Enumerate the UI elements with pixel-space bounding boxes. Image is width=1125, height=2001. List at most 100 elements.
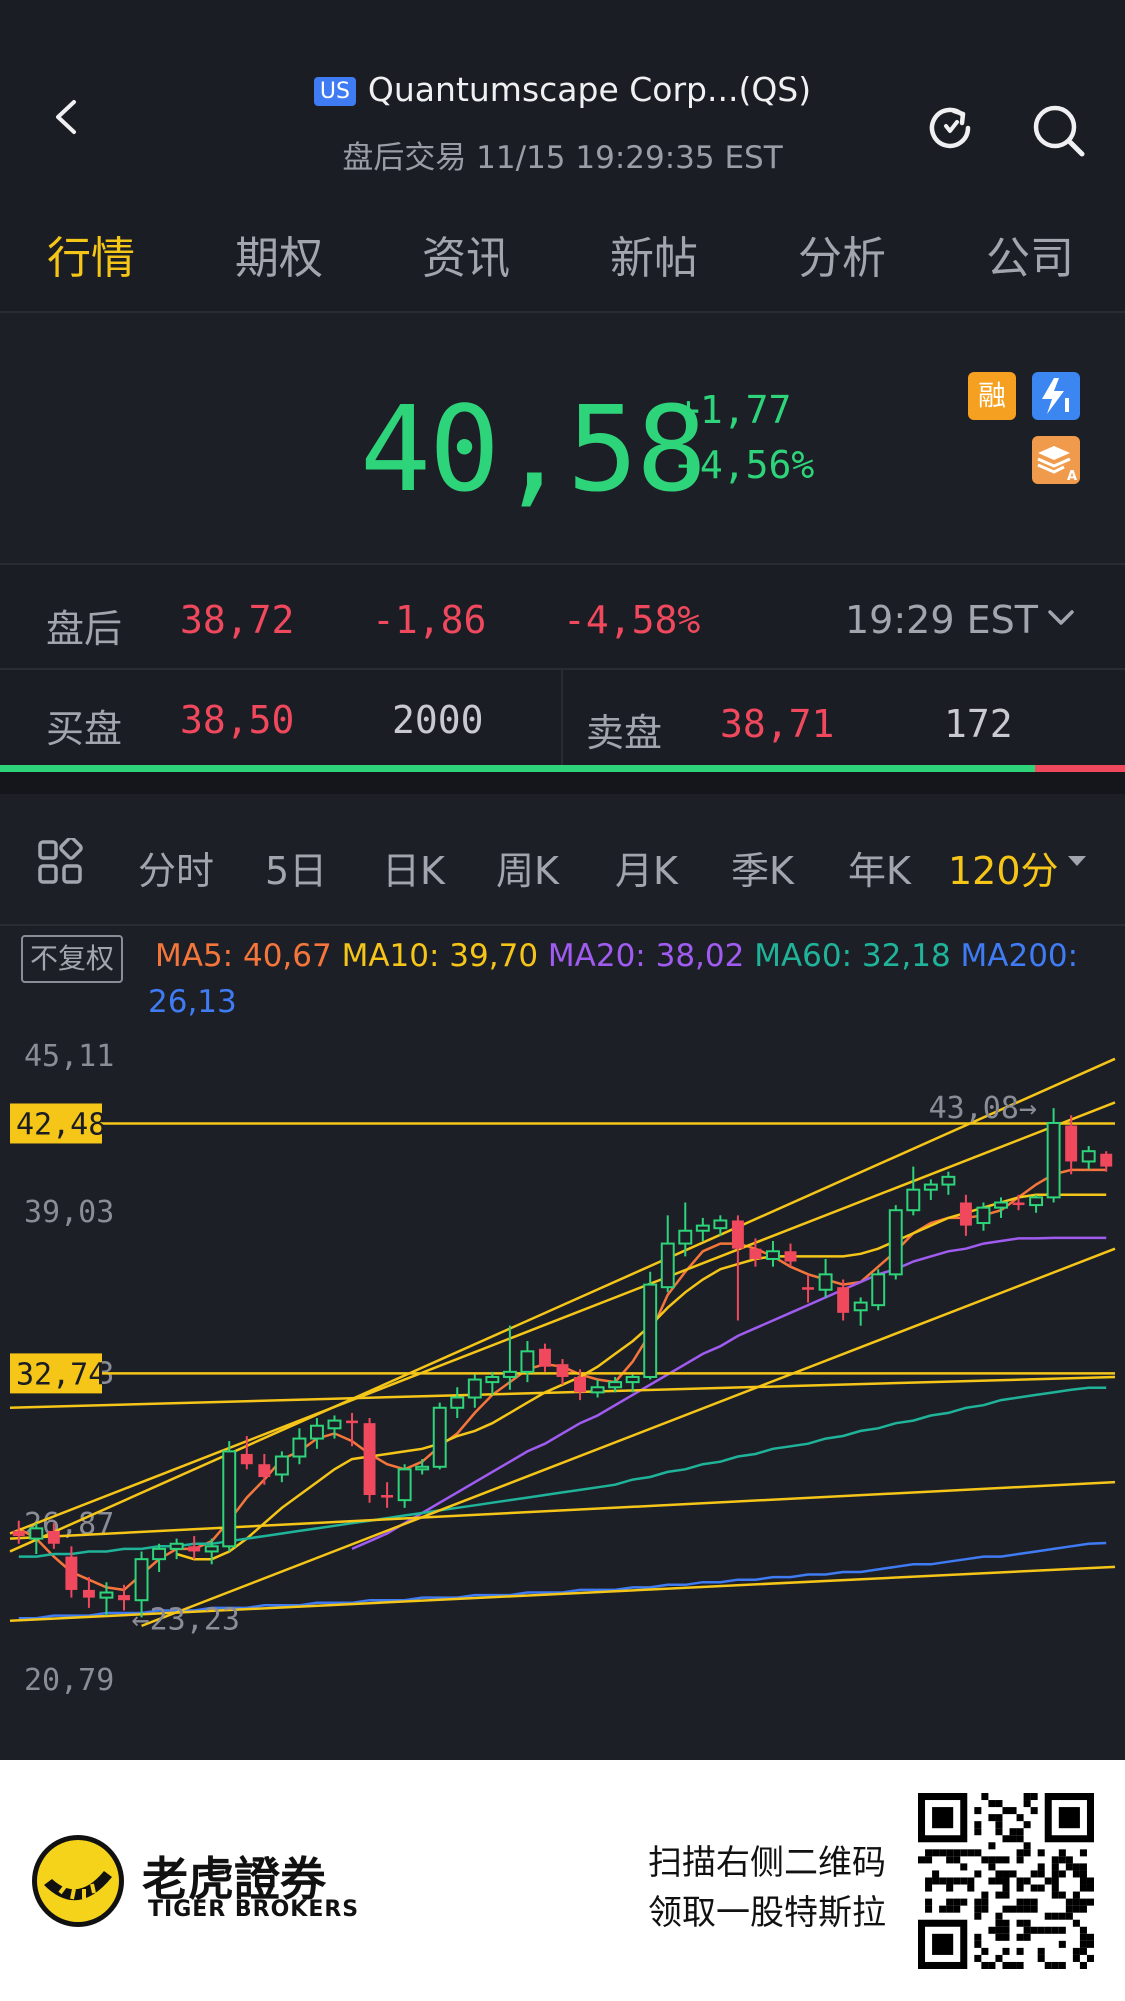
- candle-body: [625, 1375, 640, 1384]
- qr-module: [995, 1877, 1003, 1885]
- grid-layout-icon[interactable]: [36, 838, 84, 886]
- main-tabs: 行情 期权 资讯 新帖 分析 公司: [0, 222, 1125, 292]
- search-icon[interactable]: [1030, 102, 1086, 158]
- bid-price: 38,50: [180, 698, 295, 742]
- qr-module: [925, 1905, 933, 1913]
- candle-body: [731, 1220, 744, 1249]
- kline-tab-daily[interactable]: 日K: [382, 840, 445, 895]
- qr-module: [1044, 1926, 1052, 1934]
- qr-module: [1065, 1863, 1073, 1871]
- qr-module: [1030, 1807, 1038, 1815]
- qr-module: [995, 1926, 1003, 1934]
- after-hours-change: -1,86: [372, 598, 487, 642]
- qr-module: [1051, 1884, 1059, 1892]
- kline-tab-120min[interactable]: 120分: [948, 840, 1059, 895]
- candle-body: [660, 1242, 675, 1289]
- candle-body: [222, 1450, 237, 1548]
- tab-posts[interactable]: 新帖: [610, 222, 698, 286]
- adjustment-toggle[interactable]: 不复权: [21, 935, 123, 983]
- kline-tab-5day[interactable]: 5日: [265, 840, 327, 895]
- kline-tab-monthly[interactable]: 月K: [615, 840, 678, 895]
- candle-body: [258, 1464, 271, 1478]
- candle-body: [467, 1378, 482, 1399]
- qr-module: [1002, 1926, 1010, 1934]
- ask-size: 172: [944, 702, 1013, 746]
- qr-module: [981, 1891, 989, 1899]
- low-price-label: ←23,23: [132, 1602, 240, 1637]
- qr-module: [988, 1800, 996, 1808]
- qr-module: [1058, 1849, 1066, 1857]
- qr-module: [1016, 1828, 1024, 1836]
- candle-body: [502, 1370, 517, 1378]
- qr-module: [1079, 1940, 1087, 1948]
- market-badge: US: [313, 77, 356, 106]
- candle-body: [853, 1301, 868, 1312]
- bid-label: 买盘: [46, 707, 123, 751]
- tab-news[interactable]: 资讯: [422, 222, 510, 286]
- qr-module: [1037, 1947, 1045, 1955]
- refresh-icon[interactable]: [924, 102, 976, 154]
- qr-module: [925, 1877, 933, 1885]
- candle-body: [65, 1556, 78, 1590]
- caret-down-icon[interactable]: [1066, 854, 1088, 868]
- qr-module: [1058, 1926, 1066, 1934]
- qr-module: [1023, 1842, 1031, 1850]
- candle-body: [941, 1175, 956, 1186]
- candlestick-chart[interactable]: 45,1139,0332,7326,8720,7942,4832,7443,08…: [0, 1020, 1125, 1760]
- after-hours-time[interactable]: 19:29 EST: [845, 598, 1038, 642]
- kline-tab-quarterly[interactable]: 季K: [731, 840, 794, 895]
- qr-module: [1079, 1870, 1087, 1878]
- qr-module: [1065, 1905, 1073, 1913]
- tab-options[interactable]: 期权: [235, 222, 323, 286]
- qr-module: [960, 1877, 968, 1885]
- candle-body: [608, 1381, 623, 1389]
- qr-module: [1009, 1961, 1017, 1969]
- qr-module: [974, 1912, 982, 1920]
- qr-module: [1044, 1877, 1052, 1885]
- price-change: +1,77: [677, 388, 792, 432]
- qr-module: [953, 1849, 961, 1857]
- qr-module: [981, 1856, 989, 1864]
- qr-module: [925, 1898, 933, 1906]
- brand-name-en: TIGER BROKERS: [148, 1897, 360, 1922]
- qr-module: [1037, 1884, 1045, 1892]
- qr-module: [1086, 1954, 1094, 1962]
- qr-module: [1079, 1877, 1087, 1885]
- qr-module: [1086, 1898, 1094, 1906]
- tab-analysis[interactable]: 分析: [798, 222, 886, 286]
- candle-body: [906, 1188, 921, 1212]
- qr-module: [1079, 1898, 1087, 1906]
- qr-module: [939, 1849, 947, 1857]
- margin-badge[interactable]: 融: [968, 372, 1016, 420]
- qr-module: [953, 1856, 961, 1864]
- qr-module: [1079, 1884, 1087, 1892]
- qr-module: [1030, 1926, 1038, 1934]
- qr-module: [974, 1821, 982, 1829]
- ma60-label: MA60: 32,18: [754, 938, 951, 974]
- tab-company[interactable]: 公司: [986, 222, 1074, 286]
- tab-quote[interactable]: 行情: [47, 222, 135, 286]
- kline-tab-yearly[interactable]: 年K: [848, 840, 911, 895]
- qr-module: [1037, 1870, 1045, 1878]
- layers-icon[interactable]: A: [1032, 436, 1080, 484]
- kline-tab-intraday[interactable]: 分时: [138, 840, 214, 895]
- qr-module: [1009, 1835, 1017, 1843]
- qr-module: [1079, 1933, 1087, 1941]
- qr-module: [988, 1877, 996, 1885]
- qr-module: [1037, 1954, 1045, 1962]
- ask-label: 卖盘: [586, 711, 663, 755]
- candle-body: [240, 1453, 253, 1465]
- ma5-label: MA5: 40,67: [155, 938, 332, 974]
- qr-module: [953, 1905, 961, 1913]
- qr-module: [925, 1856, 933, 1864]
- qr-module: [1016, 1835, 1024, 1843]
- chevron-down-icon[interactable]: [1046, 606, 1076, 630]
- qr-module: [946, 1849, 954, 1857]
- candle-body: [959, 1202, 972, 1226]
- lightning-level1-icon[interactable]: [1032, 372, 1080, 420]
- qr-module: [981, 1898, 989, 1906]
- price-marker-label: 42,48: [16, 1107, 106, 1142]
- qr-module: [932, 1849, 940, 1857]
- kline-tab-weekly[interactable]: 周K: [496, 840, 559, 895]
- qr-module: [981, 1905, 989, 1913]
